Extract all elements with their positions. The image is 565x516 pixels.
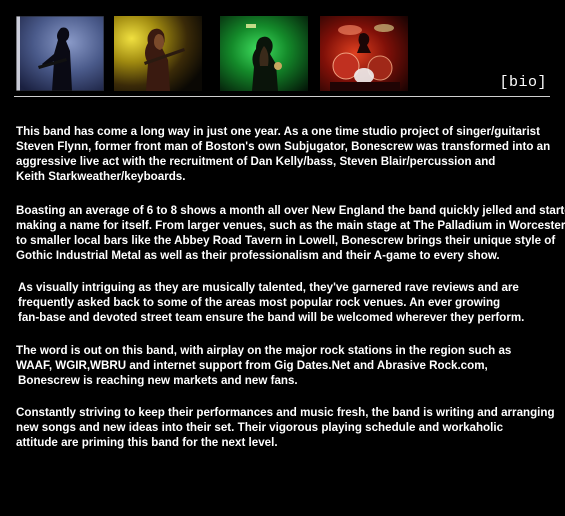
bio-section: This band has come a long way in just on… [0, 0, 565, 516]
bio-paragraph-4-line: The word is out on this band, with airpl… [16, 344, 512, 357]
bio-paragraph-3-line: fan-base and devoted street team ensure … [18, 311, 525, 324]
bio-paragraph-2-line: making a name for itself. From larger ve… [16, 219, 565, 232]
bio-paragraph-1-line: Steven Flynn, former front man of Boston… [16, 140, 551, 153]
bio-paragraph-5-line: Constantly striving to keep their perfor… [16, 406, 555, 419]
bio-paragraph-5-line: new songs and new ideas into their set. … [16, 421, 504, 434]
bio-paragraph-2-line: to smaller local bars like the Abbey Roa… [16, 234, 556, 247]
bio-paragraph-1-line: aggressive live act with the recruitment… [16, 155, 496, 168]
bio-paragraph-1-line: Keith Starkweather/keyboards. [16, 170, 186, 183]
bio-paragraph-4-line: WAAF, WGIR,WBRU and internet support fro… [16, 359, 488, 372]
bio-paragraph-2-line: Boasting an average of 6 to 8 shows a mo… [16, 204, 565, 217]
bio-paragraph-2-line: Gothic Industrial Metal as well as their… [16, 249, 500, 262]
bio-paragraph-3-line: frequently asked back to some of the are… [18, 296, 501, 309]
bio-paragraph-1-line: This band has come a long way in just on… [16, 125, 540, 138]
bio-paragraph-5-line: attitude are priming this band for the n… [16, 436, 278, 449]
bio-paragraph-4-line: Bonescrew is reaching new markets and ne… [18, 374, 298, 387]
bio-paragraph-3-line: As visually intriguing as they are music… [18, 281, 519, 294]
